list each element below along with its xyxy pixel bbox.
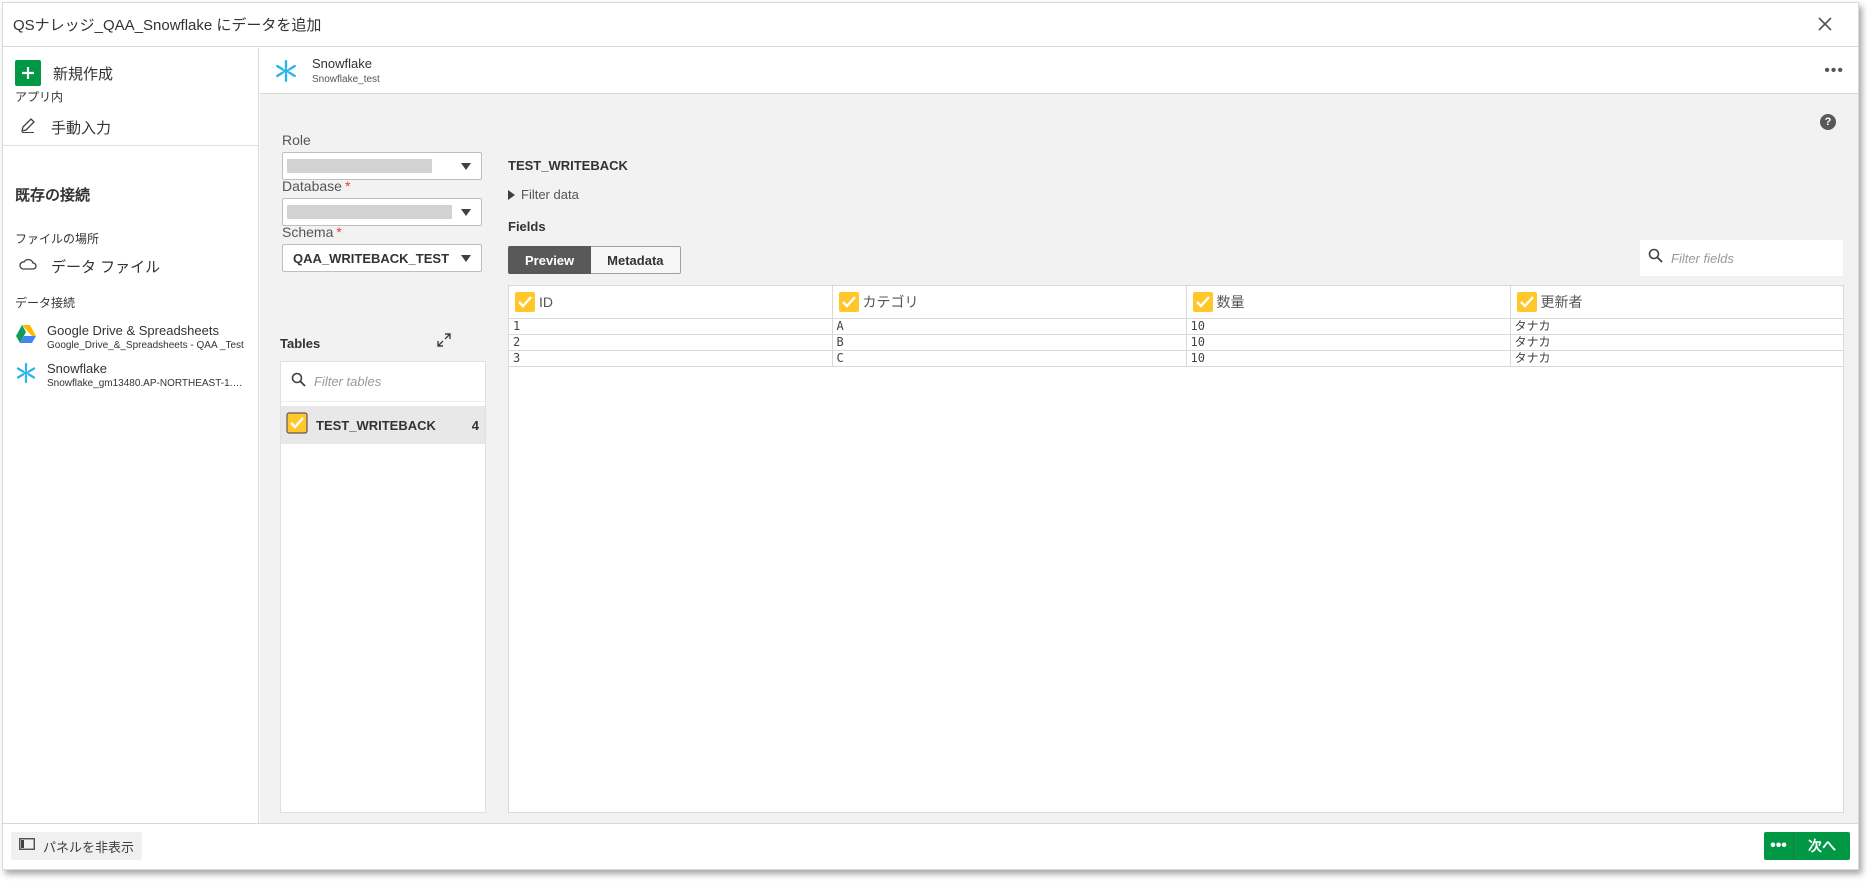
cell: A <box>832 318 1187 335</box>
fields-label: Fields <box>508 219 546 234</box>
table-row: 1 A 10 タナカ <box>509 318 1843 335</box>
cell: タナカ <box>1510 334 1843 351</box>
search-icon <box>291 372 306 392</box>
add-data-dialog: QSナレッジ_QAA_Snowflake にデータを追加 新規作成 アプリ内 手… <box>2 2 1859 870</box>
header-row: ID カテゴリ 数量 更新者 <box>509 286 1843 319</box>
sidebar: 新規作成 アプリ内 手動入力 既存の接続 ファイルの場所 データ ファイル デー… <box>3 48 259 824</box>
filter-tables-placeholder: Filter tables <box>314 374 382 389</box>
connection-sub: Snowflake_gm13480.AP-NORTHEAST-1.AWS <box>47 378 247 389</box>
chevron-down-icon <box>461 255 471 262</box>
role-select[interactable] <box>282 152 482 180</box>
hide-panel-button[interactable]: パネルを非表示 <box>11 832 143 860</box>
selected-table-title: TEST_WRITEBACK <box>508 158 628 173</box>
cell: C <box>832 350 1187 367</box>
next-button-group: ••• 次へ <box>1764 832 1850 860</box>
close-icon[interactable] <box>1814 13 1836 35</box>
connection-subtitle: Snowflake_test <box>312 74 380 85</box>
connection-name: Snowflake <box>47 361 107 376</box>
create-new-label: 新規作成 <box>53 65 114 83</box>
connection-title: Snowflake <box>312 56 372 71</box>
caret-right-icon <box>508 189 515 200</box>
column-header[interactable]: 更新者 <box>1510 286 1843 319</box>
redacted-value <box>287 159 432 173</box>
expand-icon[interactable] <box>436 332 452 353</box>
create-new-button[interactable]: 新規作成 <box>15 60 113 86</box>
checkbox-checked-icon[interactable] <box>1192 291 1213 312</box>
connection-name: Google Drive & Spreadsheets <box>47 323 219 338</box>
role-label: Role <box>282 132 311 148</box>
footer-bar: パネルを非表示 ••• 次へ <box>3 823 1858 869</box>
checkbox-checked-icon[interactable] <box>1516 291 1537 312</box>
data-preview-table: ID カテゴリ 数量 更新者 1 A 10 タナカ 2 B 10 タナカ 3 C… <box>508 285 1844 813</box>
column-header[interactable]: 数量 <box>1186 286 1511 319</box>
connection-snowflake[interactable]: Snowflake Snowflake_gm13480.AP-NORTHEAST… <box>15 360 255 391</box>
checkbox-checked-icon[interactable] <box>838 291 859 312</box>
cell: B <box>832 334 1187 351</box>
filter-data-toggle[interactable]: Filter data <box>508 187 579 202</box>
table-item[interactable]: TEST_WRITEBACK 4 <box>281 406 485 444</box>
sidebar-item-data-files[interactable]: データ ファイル <box>19 256 160 277</box>
filter-tables-input[interactable]: Filter tables <box>281 362 485 402</box>
connection-google-drive[interactable]: Google Drive & Spreadsheets Google_Drive… <box>15 322 255 353</box>
dialog-title: QSナレッジ_QAA_Snowflake にデータを追加 <box>13 17 322 34</box>
panel-icon <box>19 837 35 855</box>
cell: 10 <box>1186 350 1511 367</box>
connection-header: Snowflake Snowflake_test ••• <box>260 48 1858 94</box>
chevron-down-icon <box>461 163 471 170</box>
main-panel: Snowflake Snowflake_test ••• ? Role Data… <box>260 48 1858 824</box>
schema-label: Schema * <box>282 224 342 240</box>
data-files-label: データ ファイル <box>51 259 161 276</box>
redacted-value <box>287 205 452 219</box>
tables-list-panel: Filter tables TEST_WRITEBACK 4 <box>280 361 486 813</box>
database-label: Database * <box>282 178 351 194</box>
title-bar: QSナレッジ_QAA_Snowflake にデータを追加 <box>3 3 1858 47</box>
column-header[interactable]: ID <box>509 286 833 319</box>
tables-label: Tables <box>280 336 321 351</box>
filter-data-label: Filter data <box>521 187 579 202</box>
tab-preview[interactable]: Preview <box>508 246 592 274</box>
hide-panel-label: パネルを非表示 <box>43 839 135 855</box>
section-in-app: アプリ内 <box>15 90 64 104</box>
cell: 2 <box>509 334 833 351</box>
cell: 10 <box>1186 334 1511 351</box>
view-toggle: Preview Metadata <box>508 246 681 274</box>
manual-entry-label: 手動入力 <box>51 120 112 137</box>
column-header[interactable]: カテゴリ <box>832 286 1187 319</box>
snowflake-icon <box>15 362 37 389</box>
snowflake-icon <box>274 59 298 88</box>
divider <box>3 145 258 146</box>
schema-value: QAA_WRITEBACK_TEST <box>293 251 450 266</box>
plus-icon <box>15 60 41 86</box>
cell: 1 <box>509 318 833 335</box>
sidebar-item-manual-entry[interactable]: 手動入力 <box>19 116 111 139</box>
existing-connections-heading: 既存の接続 <box>15 187 91 204</box>
table-name: TEST_WRITEBACK <box>316 417 436 433</box>
pencil-icon <box>19 116 37 139</box>
filter-fields-input[interactable]: Filter fields <box>1639 239 1844 277</box>
connection-sub: Google_Drive_&_Spreadsheets - QAA _Test <box>47 340 244 351</box>
table-row: 2 B 10 タナカ <box>509 334 1843 351</box>
google-drive-icon <box>15 324 37 349</box>
more-options-icon[interactable]: ••• <box>1824 62 1844 80</box>
search-icon <box>1648 248 1663 268</box>
tab-metadata[interactable]: Metadata <box>591 246 681 274</box>
section-file-locations: ファイルの場所 <box>15 232 100 246</box>
table-row: 3 C 10 タナカ <box>509 350 1843 367</box>
cell: 10 <box>1186 318 1511 335</box>
checkbox-checked-icon[interactable] <box>286 411 308 439</box>
section-data-connections: データ接続 <box>15 296 76 310</box>
filter-fields-placeholder: Filter fields <box>1671 250 1734 266</box>
cell: タナカ <box>1510 350 1843 367</box>
cell: タナカ <box>1510 318 1843 335</box>
field-count: 4 <box>471 417 479 433</box>
next-button[interactable]: 次へ <box>1794 832 1850 860</box>
schema-select[interactable]: QAA_WRITEBACK_TEST <box>282 244 482 272</box>
checkbox-checked-icon[interactable] <box>515 291 535 312</box>
help-icon[interactable]: ? <box>1820 114 1836 130</box>
cloud-icon <box>19 257 37 276</box>
more-actions-button[interactable]: ••• <box>1764 832 1794 860</box>
database-select[interactable] <box>282 198 482 226</box>
cell: 3 <box>509 350 833 367</box>
chevron-down-icon <box>461 209 471 216</box>
